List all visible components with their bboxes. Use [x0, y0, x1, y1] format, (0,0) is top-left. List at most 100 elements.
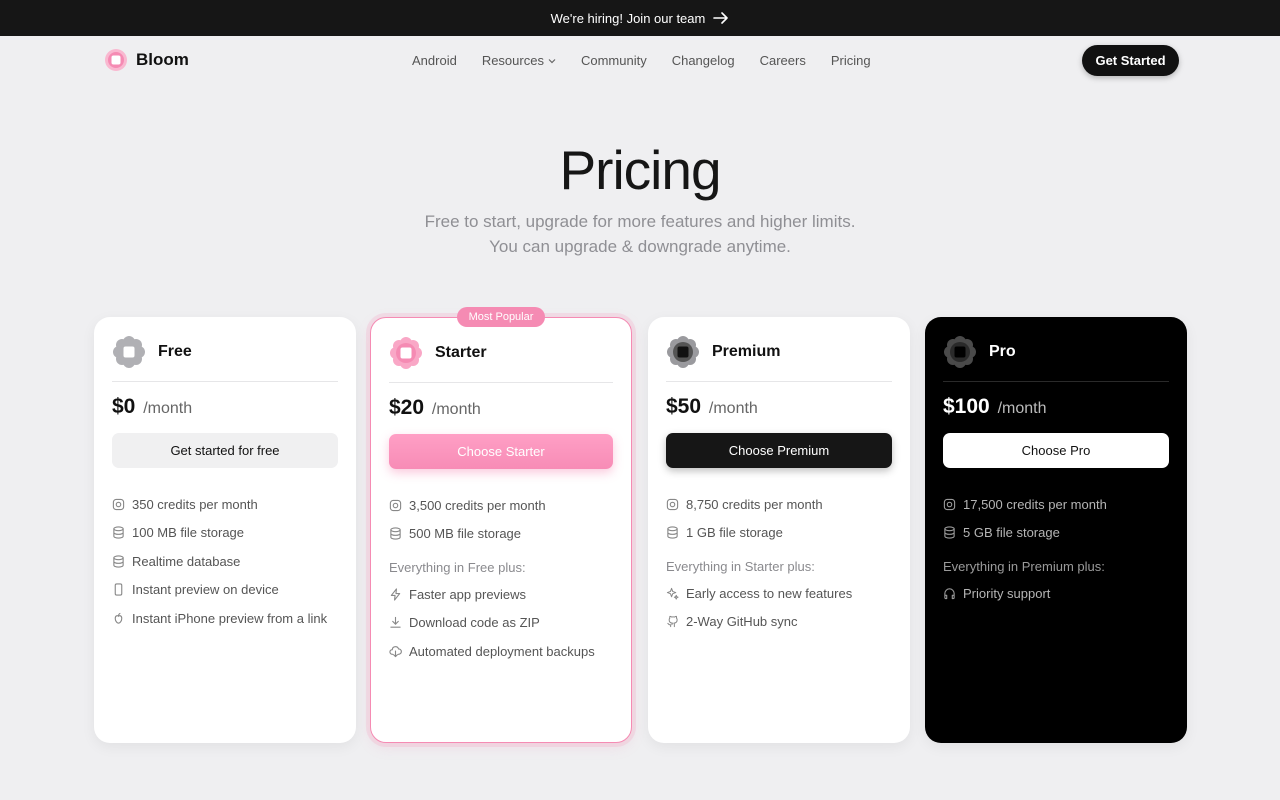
feature-item: 8,750 credits per month: [666, 497, 823, 512]
feature-text: 500 MB file storage: [409, 526, 522, 541]
lightning-icon: [390, 588, 401, 601]
feature-item: 3,500 credits per month: [389, 498, 546, 513]
nav-link-android[interactable]: Android: [412, 53, 457, 68]
database-icon: [390, 527, 401, 540]
divider: [112, 381, 338, 382]
apple-icon: [114, 612, 123, 624]
feature-text: 1 GB file storage: [686, 525, 783, 540]
plan-price: $0 /month: [112, 395, 192, 419]
feature-text: 350 credits per month: [132, 497, 258, 512]
flower-icon: [667, 336, 699, 368]
price-amount: $20: [389, 396, 425, 419]
plan-name: Free: [158, 343, 192, 360]
section-label: Everything in Starter plus:: [666, 559, 815, 574]
page-title: Pricing: [559, 139, 721, 201]
feature-item: 100 MB file storage: [112, 525, 244, 540]
get-started-free-button[interactable]: Get started for free: [112, 433, 338, 468]
price-amount: $100: [943, 395, 990, 418]
divider: [666, 381, 892, 382]
feature-text: Download code as ZIP: [409, 615, 540, 630]
plan-header: Pro: [943, 335, 1016, 369]
credits-icon: [666, 498, 679, 511]
feature-item: Download code as ZIP: [389, 615, 540, 630]
feature-text: Instant preview on device: [132, 582, 279, 597]
bloom-logo-icon: [105, 49, 127, 71]
plan-card-free: Free $0 /month Get started for free 350 …: [94, 317, 356, 743]
feature-text: 3,500 credits per month: [409, 498, 546, 513]
get-started-button[interactable]: Get Started: [1082, 45, 1179, 76]
choose-pro-button[interactable]: Choose Pro: [943, 433, 1169, 468]
choose-starter-button[interactable]: Choose Starter: [389, 434, 613, 469]
feature-item: 350 credits per month: [112, 497, 258, 512]
section-label: Everything in Premium plus:: [943, 559, 1105, 574]
banner-text: We're hiring! Join our team: [550, 10, 706, 26]
feature-item: Faster app previews: [389, 587, 526, 602]
logo[interactable]: Bloom: [104, 48, 189, 72]
logo-text: Bloom: [136, 50, 189, 69]
feature-text: 2-Way GitHub sync: [686, 614, 798, 629]
most-popular-badge: Most Popular: [457, 307, 545, 327]
credits-icon: [943, 498, 956, 511]
feature-text: 100 MB file storage: [132, 525, 245, 540]
plan-header: Free: [112, 335, 192, 369]
feature-text: 17,500 credits per month: [963, 497, 1107, 512]
plan-card-starter: Starter $20 /month Choose Starter 3,500 …: [370, 317, 632, 743]
price-period: /month: [143, 400, 193, 417]
feature-item: 2-Way GitHub sync: [666, 614, 798, 629]
database-icon: [944, 526, 955, 539]
top-nav: Bloom Android Resources Community Change…: [0, 36, 1280, 86]
choose-premium-button[interactable]: Choose Premium: [666, 433, 892, 468]
flower-icon: [390, 337, 422, 369]
nav-link-changelog[interactable]: Changelog: [672, 53, 735, 68]
credits-icon: [112, 498, 125, 511]
cloud-download-icon: [389, 646, 402, 658]
feature-text: Early access to new features: [686, 586, 853, 601]
nav-links: Android Resources Community Changelog Ca…: [412, 53, 871, 68]
feature-text: Priority support: [963, 586, 1051, 601]
plan-card-premium: Premium $50 /month Choose Premium 8,750 …: [648, 317, 910, 743]
hiring-banner[interactable]: We're hiring! Join our team: [0, 0, 1280, 36]
nav-link-community[interactable]: Community: [581, 53, 647, 68]
price-amount: $50: [666, 395, 702, 418]
feature-item: 17,500 credits per month: [943, 497, 1107, 512]
flower-icon: [113, 336, 145, 368]
plan-header: Starter: [389, 336, 487, 370]
nav-link-resources[interactable]: Resources: [482, 53, 556, 68]
feature-text: 8,750 credits per month: [686, 497, 823, 512]
plan-name: Premium: [712, 343, 781, 360]
feature-item: Automated deployment backups: [389, 644, 595, 659]
database-icon: [667, 526, 678, 539]
plan-card-pro: Pro $100 /month Choose Pro 17,500 credit…: [925, 317, 1187, 743]
plan-header: Premium: [666, 335, 780, 369]
feature-item: 1 GB file storage: [666, 525, 783, 540]
nav-link-careers[interactable]: Careers: [760, 53, 806, 68]
github-icon: [667, 615, 678, 628]
price-period: /month: [708, 400, 758, 417]
feature-item: 500 MB file storage: [389, 526, 521, 541]
arrow-right-icon: [713, 12, 729, 24]
plan-name: Pro: [989, 343, 1016, 360]
price-period: /month: [431, 401, 481, 418]
headphones-icon: [944, 588, 955, 600]
plan-price: $20 /month: [389, 396, 481, 420]
feature-text: Instant iPhone preview from a link: [132, 611, 328, 626]
sparkle-icon: [666, 587, 679, 600]
plan-price: $50 /month: [666, 395, 758, 419]
chevron-down-icon: [548, 58, 556, 63]
feature-item: 5 GB file storage: [943, 525, 1060, 540]
price-period: /month: [997, 400, 1047, 417]
feature-item: Instant iPhone preview from a link: [112, 611, 327, 626]
feature-text: Realtime database: [132, 554, 241, 569]
phone-icon: [114, 583, 123, 596]
nav-link-resources-label: Resources: [481, 53, 544, 68]
section-label: Everything in Free plus:: [389, 560, 526, 575]
nav-link-pricing[interactable]: Pricing: [831, 53, 871, 68]
feature-text: Faster app previews: [409, 587, 527, 602]
flower-icon: [944, 336, 976, 368]
database-icon: [113, 555, 124, 568]
database-icon: [113, 526, 124, 539]
divider: [389, 382, 613, 383]
page-subtitle-line2: You can upgrade & downgrade anytime.: [489, 237, 791, 256]
divider: [943, 381, 1169, 382]
credits-icon: [389, 499, 402, 512]
